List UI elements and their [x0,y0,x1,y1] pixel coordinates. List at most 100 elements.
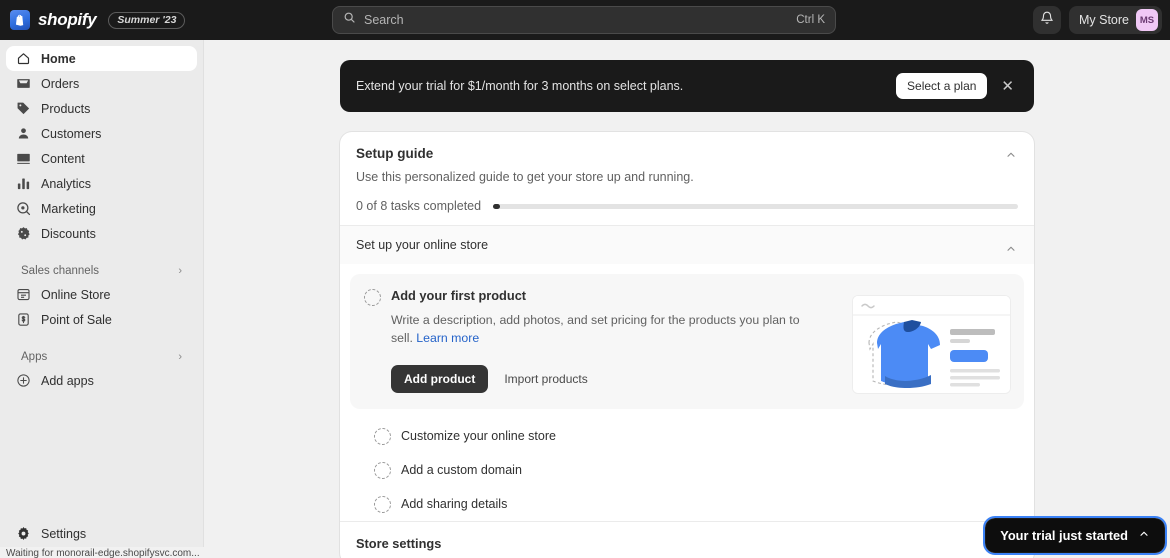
task-label: Add sharing details [401,496,508,511]
sidebar-item-label: Products [41,101,91,116]
page-title: Setup guide [356,146,434,161]
sidebar-item-add-apps[interactable]: Add apps [6,368,197,393]
sidebar-item-label: Online Store [41,287,111,302]
collapse-section-button[interactable] [1000,238,1022,260]
sidebar-item-label: Orders [41,76,80,91]
store-name-label: My Store [1078,13,1129,27]
progress-bar [493,203,1018,209]
main-content: Extend your trial for $1/month for 3 mon… [204,40,1170,558]
avatar: MS [1136,9,1158,31]
product-page-tshirt-illustration [853,296,1010,393]
setup-guide-header: Setup guide Use this personalized guide … [340,132,1034,225]
apps-group: Apps › Add apps [6,346,197,393]
setup-progress: 0 of 8 tasks completed [356,199,1018,213]
section-header-online-store[interactable]: Set up your online store [340,225,1034,264]
sidebar: Home Orders Products Customers Content A… [0,40,206,558]
topbar-actions: My Store MS [1032,6,1162,34]
setup-guide-card: Setup guide Use this personalized guide … [340,132,1034,558]
task-add-sharing-details[interactable]: Add sharing details [350,487,1024,521]
shopify-logo-icon [10,10,30,30]
sidebar-item-label: Customers [41,126,102,141]
sidebar-item-label: Marketing [41,201,96,216]
progress-label: 0 of 8 tasks completed [356,199,482,213]
task-status-circle-icon[interactable] [364,289,381,306]
sidebar-item-label: Add apps [41,373,94,388]
gear-icon [15,526,31,542]
task-label: Customize your online store [401,428,556,443]
content-column: Extend your trial for $1/month for 3 mon… [340,40,1034,558]
bell-icon [1040,11,1054,30]
top-bar: shopify Summer '23 Search Ctrl K My Stor… [0,0,1170,40]
learn-more-link[interactable]: Learn more [416,331,479,345]
sidebar-nav: Home Orders Products Customers Content A… [0,40,203,393]
task-customize-online-store[interactable]: Customize your online store [350,419,1024,453]
orders-icon [15,76,31,92]
sidebar-item-home[interactable]: Home [6,46,197,71]
task-label: Add a custom domain [401,462,522,477]
add-product-button[interactable]: Add product [391,364,489,393]
store-icon [15,287,31,303]
setup-guide-subtitle: Use this personalized guide to get your … [356,170,694,184]
brand-logo[interactable]: shopify Summer '23 [0,10,320,30]
sidebar-item-discounts[interactable]: Discounts [6,221,197,246]
plus-circle-icon [15,373,31,389]
task-add-first-product: Add your first product Write a descripti… [350,274,1024,409]
search-input[interactable]: Search Ctrl K [332,6,836,34]
sidebar-item-point-of-sale[interactable]: Point of Sale [6,307,197,332]
sidebar-item-label: Analytics [41,176,92,191]
promo-message: Extend your trial for $1/month for 3 mon… [356,79,684,93]
search-placeholder: Search [364,13,404,27]
progress-bar-fill [493,203,501,209]
sidebar-item-marketing[interactable]: Marketing [6,196,197,221]
sidebar-item-analytics[interactable]: Analytics [6,171,197,196]
sales-channels-group: Sales channels › Online Store Point of S… [6,260,197,332]
pos-icon [15,312,31,328]
home-icon [15,51,31,67]
store-menu-button[interactable]: My Store MS [1068,6,1162,34]
trial-status-button[interactable]: Your trial just started [983,516,1167,555]
bar-chart-icon [15,176,31,192]
sidebar-item-orders[interactable]: Orders [6,71,197,96]
chevron-right-icon: › [178,351,182,363]
select-a-plan-button[interactable]: Select a plan [896,73,988,99]
discount-icon [15,226,31,242]
chevron-up-icon [1138,528,1150,543]
season-badge: Summer '23 [108,11,186,29]
sidebar-item-settings[interactable]: Settings [6,521,198,546]
settings-label: Settings [41,526,87,541]
task-status-circle-icon[interactable] [374,461,391,479]
sidebar-item-label: Point of Sale [41,312,112,327]
browser-status-text: Waiting for monorail-edge.shopifysvc.com… [0,547,206,558]
content-icon [15,151,31,167]
task-description: Write a description, add photos, and set… [391,312,806,348]
sidebar-item-online-store[interactable]: Online Store [6,282,197,307]
apps-header[interactable]: Apps › [6,346,197,368]
sales-channels-header[interactable]: Sales channels › [6,260,197,282]
search-icon [343,11,356,29]
sidebar-item-label: Home [41,51,76,66]
tag-icon [15,101,31,117]
sidebar-item-products[interactable]: Products [6,96,197,121]
search-shortcut-hint: Ctrl K [796,14,825,26]
section-title: Store settings [356,535,442,551]
task-status-circle-icon[interactable] [374,495,391,513]
collapse-setup-guide-button[interactable] [1000,144,1022,166]
close-icon[interactable]: ✕ [993,77,1022,95]
import-products-button[interactable]: Import products [498,365,593,393]
trial-promo-banner: Extend your trial for $1/month for 3 mon… [340,60,1034,112]
section-header-store-settings[interactable]: Store settings [340,520,1034,558]
target-icon [15,201,31,217]
sales-channels-heading: Sales channels [21,265,99,277]
person-icon [15,126,31,142]
sidebar-item-label: Content [41,151,85,166]
task-status-circle-icon[interactable] [374,427,391,445]
trial-status-label: Your trial just started [1000,528,1128,543]
brand-wordmark: shopify [38,10,97,29]
sidebar-item-customers[interactable]: Customers [6,121,197,146]
apps-heading: Apps [21,351,48,363]
notifications-button[interactable] [1032,6,1061,34]
section-title: Set up your online store [356,238,489,252]
task-add-custom-domain[interactable]: Add a custom domain [350,453,1024,487]
chevron-right-icon: › [178,265,182,277]
sidebar-item-content[interactable]: Content [6,146,197,171]
